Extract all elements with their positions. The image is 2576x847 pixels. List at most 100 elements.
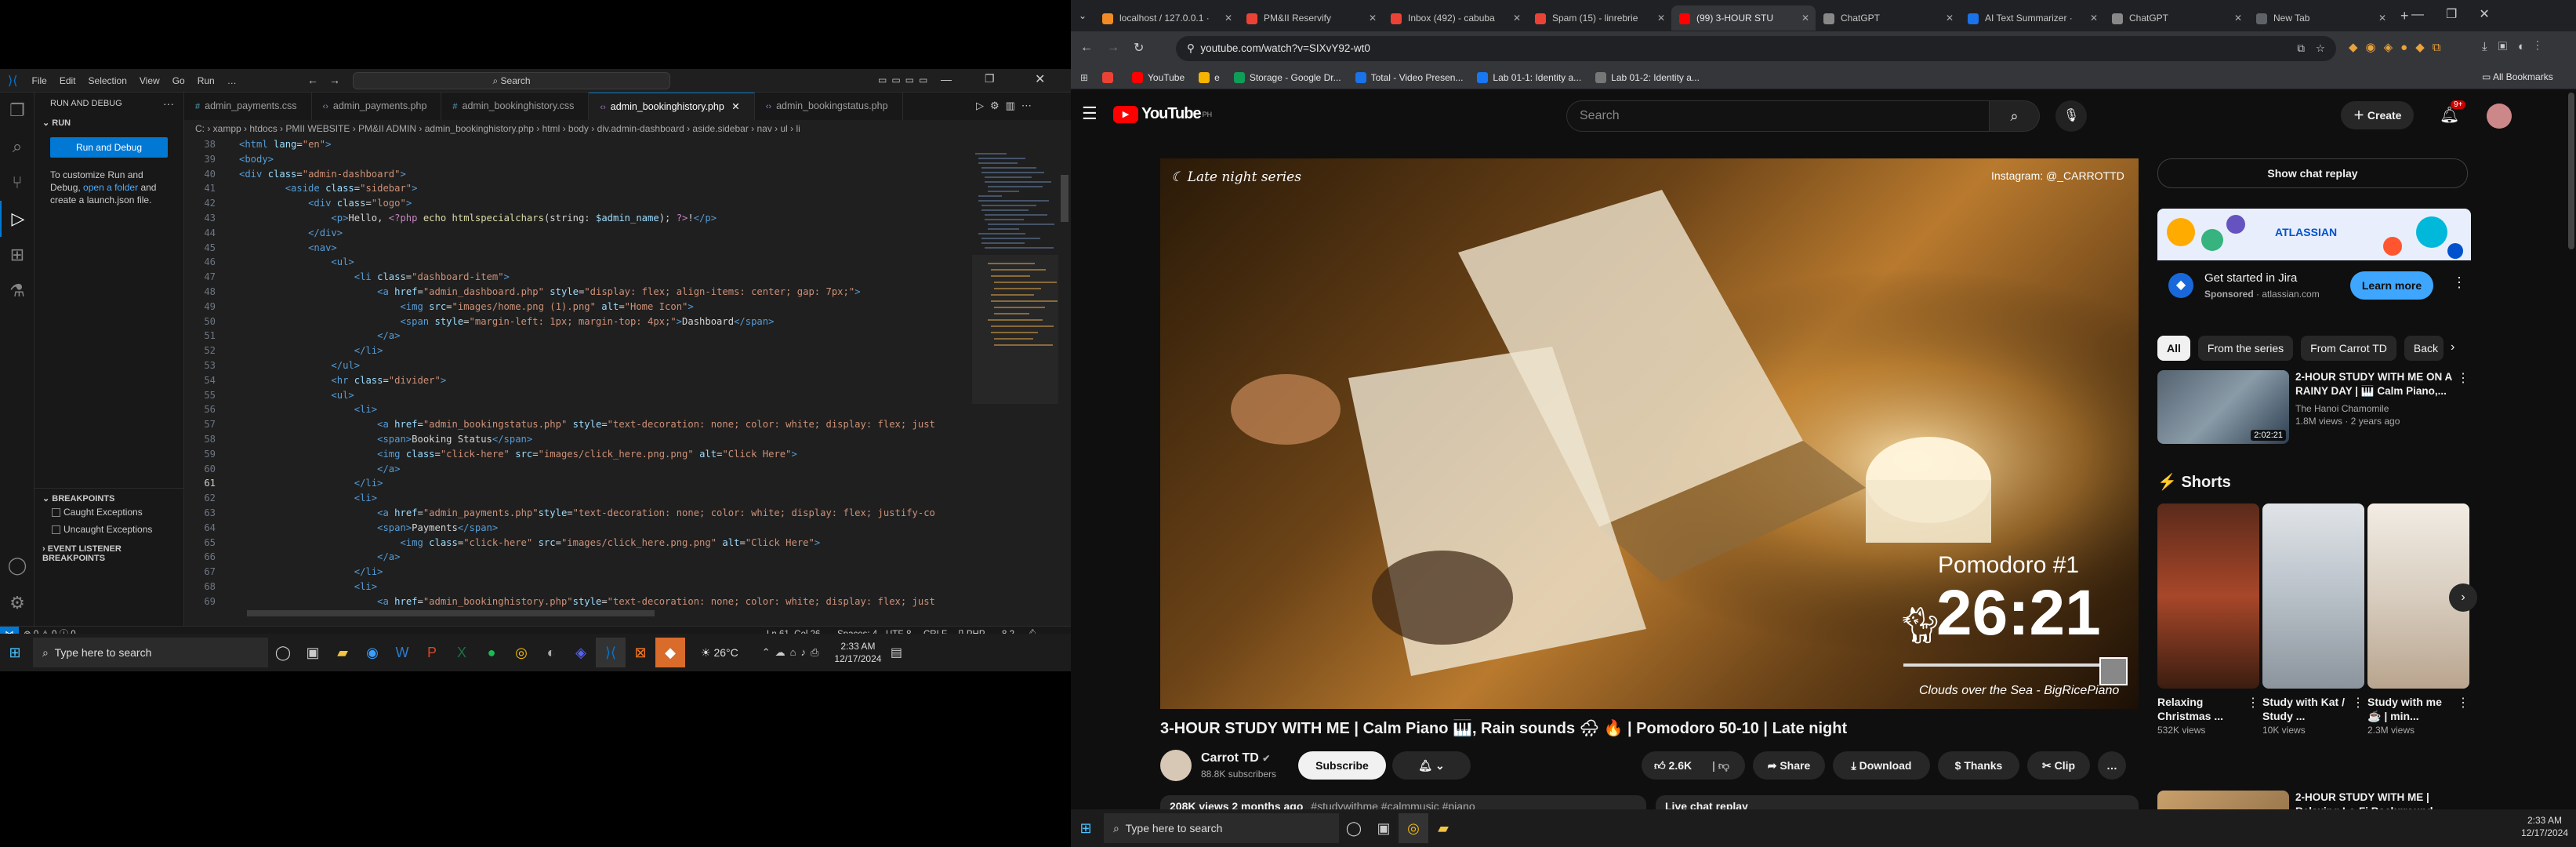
- file-explorer-icon[interactable]: ▰: [1428, 813, 1458, 843]
- code-line[interactable]: 68 <li>: [184, 580, 968, 594]
- taskbar-search[interactable]: ⌕ Type here to search: [33, 638, 268, 667]
- code-view[interactable]: 38 <html lang="en"> 39 <body> 40 <div class="…: [184, 137, 968, 616]
- install-icon[interactable]: ⧉: [2297, 36, 2305, 61]
- code-line[interactable]: 58 <span>Booking Status</span>: [184, 432, 968, 447]
- download-button[interactable]: ⤓ Download: [1833, 751, 1930, 780]
- apps-grid-icon[interactable]: ⊞: [1080, 72, 1091, 83]
- page-scrollbar-thumb[interactable]: [2568, 93, 2574, 249]
- channel-name[interactable]: Carrot TD ✔: [1201, 751, 1270, 765]
- code-line[interactable]: 49 <img src="images/home.png (1).png" al…: [184, 300, 968, 314]
- kebab-menu-icon[interactable]: ⋮: [2457, 370, 2469, 386]
- close-window-icon[interactable]: ✕: [1035, 71, 1045, 87]
- open-folder-link[interactable]: open a folder: [83, 182, 138, 193]
- kebab-menu-icon[interactable]: ⋮: [2457, 695, 2469, 711]
- create-button[interactable]: ＋ Create: [2341, 101, 2415, 129]
- spotify-icon[interactable]: ●: [477, 638, 506, 667]
- notification-settings-button[interactable]: 🔔︎ ⌄: [1392, 751, 1471, 780]
- layout-toggle-icons[interactable]: ▭▭▭▭: [878, 75, 932, 85]
- reload-icon[interactable]: ↻: [1134, 40, 1144, 56]
- edge-icon[interactable]: ◉: [357, 638, 387, 667]
- avatar[interactable]: [2487, 104, 2512, 129]
- menu-run[interactable]: Run: [191, 75, 221, 86]
- menu-edit[interactable]: Edit: [53, 75, 82, 86]
- bp-uncaught-row[interactable]: Uncaught Exceptions: [52, 524, 152, 535]
- all-bookmarks[interactable]: ▭ All Bookmarks: [2482, 71, 2553, 82]
- code-line[interactable]: 41 <aside class="sidebar">: [184, 181, 968, 196]
- video-player[interactable]: ☾ Late night series Instagram: @_CARROTT…: [1160, 158, 2139, 709]
- testing-icon[interactable]: ⚗: [0, 273, 34, 309]
- explorer-icon[interactable]: ❐: [0, 93, 34, 129]
- code-line[interactable]: 53 </ul>: [184, 358, 968, 373]
- cortana-icon[interactable]: ◯: [1339, 813, 1369, 843]
- breakpoints-header[interactable]: ⌄ BREAKPOINTS: [34, 488, 184, 508]
- code-line[interactable]: 61 </li>: [184, 476, 968, 491]
- thumb-down-icon[interactable]: | 👎︎: [1712, 751, 1729, 780]
- short-3[interactable]: Study with me ☕ | min... 2.3M views ⋮: [2367, 503, 2469, 736]
- tab-admin-bookingstatus-php[interactable]: ‹› admin_bookingstatus.php: [755, 93, 903, 120]
- browser-tab[interactable]: ChatGPT ✕: [2104, 5, 2248, 31]
- bookmark-item[interactable]: e: [1199, 71, 1220, 83]
- menu-file[interactable]: File: [25, 75, 53, 86]
- menu-selection[interactable]: Selection: [82, 75, 133, 86]
- close-tab-icon[interactable]: ✕: [1225, 5, 1232, 31]
- code-line[interactable]: 38 <html lang="en">: [184, 137, 968, 152]
- xampp-icon[interactable]: ⊠: [626, 638, 655, 667]
- run-debug-icon[interactable]: ▷: [0, 201, 34, 237]
- chip-channel[interactable]: From Carrot TD: [2301, 336, 2396, 361]
- clock[interactable]: 2:33 AM 12/17/2024: [2521, 814, 2568, 839]
- chip-all[interactable]: All: [2157, 336, 2190, 361]
- bookmark-item[interactable]: Total - Video Presen...: [1355, 71, 1463, 83]
- code-line[interactable]: 60 </a>: [184, 462, 968, 477]
- checkbox-uncaught[interactable]: [52, 525, 60, 535]
- show-chat-replay-button[interactable]: Show chat replay: [2157, 158, 2468, 188]
- code-line[interactable]: 67 </li>: [184, 565, 968, 580]
- close-tab-icon[interactable]: ✕: [1513, 5, 1521, 31]
- code-line[interactable]: 65 <img class="click-here" src="images/c…: [184, 536, 968, 551]
- browser-tab[interactable]: (99) 3-HOUR STU ✕: [1671, 5, 1816, 31]
- task-view-icon[interactable]: ▣: [1369, 813, 1399, 843]
- tab-admin-payments-php[interactable]: ‹› admin_payments.php: [312, 93, 442, 120]
- yt-search-input[interactable]: Search: [1566, 100, 1990, 132]
- more-actions-button[interactable]: …: [2098, 751, 2126, 780]
- recommended-video-2[interactable]: 2-HOUR STUDY WITH ME | Relaxing Lo-Fi Ba…: [2157, 791, 2471, 809]
- bookmark-star-icon[interactable]: ☆: [2316, 36, 2325, 61]
- ad-card[interactable]: ATLASSIAN ◆ Get started in Jira Sponsore…: [2157, 209, 2471, 328]
- back-arrow-icon[interactable]: ←: [307, 74, 318, 86]
- search-view-icon[interactable]: ⌕: [0, 129, 34, 165]
- clip-button[interactable]: ✂ Clip: [2027, 751, 2090, 780]
- close-tab-icon[interactable]: ✕: [1946, 5, 1954, 31]
- code-line[interactable]: 47 <li class="dashboard-item">: [184, 270, 968, 285]
- weather-widget[interactable]: ☀ 26°C: [701, 646, 738, 660]
- chrome-icon[interactable]: ◎: [1399, 813, 1428, 843]
- chip-back[interactable]: Back: [2404, 336, 2444, 361]
- back-icon[interactable]: ←: [1080, 41, 1093, 55]
- close-tab-icon[interactable]: ✕: [2378, 5, 2386, 31]
- bookmark-item[interactable]: Lab 01-1: Identity a...: [1477, 71, 1581, 83]
- like-button[interactable]: 👍︎ 2.6K | 👎︎: [1642, 751, 1745, 780]
- short-1[interactable]: Relaxing Christmas ... 532K views ⋮: [2157, 503, 2259, 736]
- code-line[interactable]: 43 <p>Hello, <?php echo htmlspecialchars…: [184, 211, 968, 226]
- restore-icon[interactable]: ❐: [985, 72, 995, 85]
- checkbox-caught[interactable]: [52, 508, 60, 518]
- menu-view[interactable]: View: [133, 75, 166, 86]
- powerpoint-icon[interactable]: P: [417, 638, 447, 667]
- vscode-taskbar-icon[interactable]: ⟩⟨: [596, 638, 626, 667]
- forward-arrow-icon[interactable]: →: [329, 74, 340, 86]
- recommended-video-1[interactable]: 2:02:21 2-HOUR STUDY WITH ME ON A RAINY …: [2157, 370, 2471, 445]
- bookmark-item[interactable]: Lab 01-2: Identity a...: [1595, 71, 1700, 83]
- bp-caught-row[interactable]: Caught Exceptions: [52, 507, 143, 518]
- system-tray-icons[interactable]: ⌃☁⌂♪⎙: [762, 646, 824, 659]
- browser-tab[interactable]: New Tab ✕: [2248, 5, 2393, 31]
- browser-tab[interactable]: localhost / 127.0.0.1 · ✕: [1094, 5, 1239, 31]
- code-line[interactable]: 51 </a>: [184, 329, 968, 344]
- code-line[interactable]: 56 <li>: [184, 402, 968, 417]
- excel-icon[interactable]: X: [447, 638, 477, 667]
- chrome-icon[interactable]: ◎: [506, 638, 536, 667]
- browser-tab[interactable]: AI Text Summarizer · ✕: [1960, 5, 2104, 31]
- close-tab-icon[interactable]: ✕: [1801, 5, 1809, 31]
- more-actions-icon[interactable]: ···: [163, 97, 174, 110]
- event-listener-header[interactable]: › EVENT LISTENER BREAKPOINTS: [34, 541, 183, 566]
- code-line[interactable]: 63 <a href="admin_payments.php"style="te…: [184, 506, 968, 521]
- word-icon[interactable]: W: [387, 638, 417, 667]
- close-tab-icon[interactable]: ✕: [1657, 5, 1665, 31]
